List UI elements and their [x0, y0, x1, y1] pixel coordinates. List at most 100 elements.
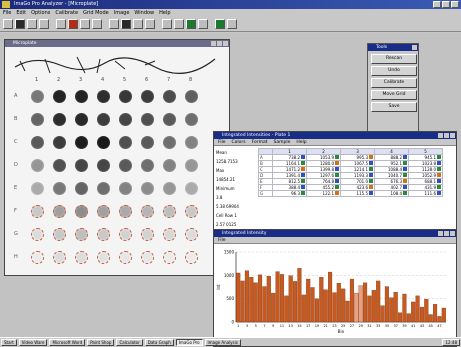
plate-well[interactable]	[185, 251, 198, 264]
chart-bar[interactable]	[367, 295, 372, 323]
chart-bar[interactable]	[411, 301, 416, 323]
plate-well[interactable]	[119, 228, 132, 241]
plate-well[interactable]	[75, 228, 88, 241]
plate-well[interactable]	[53, 90, 66, 103]
plate-well[interactable]	[53, 251, 66, 264]
plate-well[interactable]	[119, 90, 132, 103]
chart-bar[interactable]	[363, 282, 368, 323]
chart-maximize-button[interactable]	[444, 231, 449, 236]
save-tool-button[interactable]	[27, 19, 37, 29]
plate-well[interactable]	[75, 113, 88, 126]
panel-save-button[interactable]: Save	[371, 102, 417, 112]
table-row[interactable]: G 96.3 122.1 115.5 108.4 111.6	[258, 190, 443, 197]
histogram-tool-button[interactable]	[133, 19, 143, 29]
taskbar-item-data-graph[interactable]: Data Graph	[144, 339, 174, 346]
plate-well[interactable]	[97, 182, 110, 195]
plate-well[interactable]	[97, 228, 110, 241]
plate-well[interactable]	[75, 251, 88, 264]
plate-well[interactable]	[31, 182, 44, 195]
minimize-button[interactable]	[433, 1, 441, 8]
plot-tool-button[interactable]	[145, 19, 155, 29]
menu-help[interactable]: Help	[159, 9, 170, 17]
plate-well[interactable]	[75, 205, 88, 218]
zoom-tool-button[interactable]	[80, 19, 90, 29]
chart-bar[interactable]	[306, 278, 311, 323]
chart-bar[interactable]	[398, 312, 403, 323]
chart-bar[interactable]	[336, 283, 341, 323]
plate-well[interactable]	[185, 113, 198, 126]
plate-well[interactable]	[185, 90, 198, 103]
plate-well[interactable]	[31, 251, 44, 264]
help-tool-button[interactable]	[227, 19, 237, 29]
data-maximize-button[interactable]	[444, 133, 449, 138]
layout-tool-button[interactable]	[186, 19, 196, 29]
plate-maximize-button[interactable]	[217, 41, 222, 46]
plate-well[interactable]	[141, 251, 154, 264]
table-cell[interactable]: 115.5	[340, 190, 375, 197]
plate-well[interactable]	[53, 136, 66, 149]
plate-close-button[interactable]	[223, 41, 228, 46]
plate-well[interactable]	[53, 228, 66, 241]
data-menu-colors[interactable]: Colors	[232, 139, 246, 145]
plate-well[interactable]	[141, 90, 154, 103]
plate-well[interactable]	[53, 113, 66, 126]
chart-bar[interactable]	[384, 286, 389, 323]
chart-bar[interactable]	[415, 295, 420, 323]
plate-well[interactable]	[141, 113, 154, 126]
chart-close-button[interactable]	[450, 231, 455, 236]
chart-bar[interactable]	[266, 276, 271, 323]
plate-minimize-button[interactable]	[211, 41, 216, 46]
chart-bar[interactable]	[240, 280, 245, 323]
menu-calibrate[interactable]: Calibrate	[55, 9, 78, 17]
data-menu-sample[interactable]: Sample	[273, 139, 290, 145]
plate-well[interactable]	[31, 228, 44, 241]
plate-well[interactable]	[185, 205, 198, 218]
plate-well[interactable]	[97, 113, 110, 126]
plate-well[interactable]	[75, 159, 88, 172]
chart-bar[interactable]	[349, 278, 354, 323]
chart-bar[interactable]	[393, 291, 398, 323]
print-tool-button[interactable]	[174, 19, 184, 29]
plate-well[interactable]	[97, 90, 110, 103]
chart-bar[interactable]	[358, 285, 363, 323]
plate-well[interactable]	[163, 90, 176, 103]
crop-tool-button[interactable]	[39, 19, 49, 29]
chart-bar[interactable]	[319, 277, 324, 323]
menu-edit[interactable]: Edit	[16, 9, 26, 17]
plate-well[interactable]	[185, 182, 198, 195]
close-button[interactable]	[451, 1, 459, 8]
taskbar-item-calculator[interactable]: Calculator	[116, 339, 143, 346]
chart-bar[interactable]	[293, 281, 298, 323]
plate-well[interactable]	[53, 182, 66, 195]
table-cell[interactable]: 96.3	[272, 190, 307, 197]
table-cell[interactable]: 122.1	[306, 190, 341, 197]
measure-tool-button[interactable]	[109, 19, 119, 29]
plate-well[interactable]	[141, 228, 154, 241]
chart-bar[interactable]	[428, 314, 433, 323]
chart-bar[interactable]	[271, 292, 276, 323]
table-cell[interactable]: 108.4	[374, 190, 409, 197]
panel-move-grid-button[interactable]: Move Grid	[371, 90, 417, 100]
menu-file[interactable]: File	[3, 9, 11, 17]
plate-well[interactable]	[119, 182, 132, 195]
chart-bar[interactable]	[389, 297, 394, 323]
plate-well[interactable]	[119, 205, 132, 218]
menu-options[interactable]: Options	[31, 9, 50, 17]
data-minimize-button[interactable]	[438, 133, 443, 138]
chart-bar[interactable]	[402, 293, 407, 323]
panel-calibrate-button[interactable]: Calibrate	[371, 78, 417, 88]
table-cell[interactable]: 111.6	[408, 190, 443, 197]
data-close-button[interactable]	[450, 133, 455, 138]
tool-panel-close-button[interactable]	[412, 45, 417, 50]
plate-well[interactable]	[119, 136, 132, 149]
chart-bar[interactable]	[371, 290, 376, 323]
plate-image[interactable]: 1 2 3 4 5 6 7 8 A B C D E F G H	[5, 47, 229, 275]
chart-bar[interactable]	[376, 280, 381, 323]
chart-bar[interactable]	[279, 274, 284, 323]
chart-bar[interactable]	[249, 277, 254, 323]
plate-well[interactable]	[141, 182, 154, 195]
data-window-titlebar[interactable]: Integrated Intensities - Plate 1	[214, 132, 456, 139]
plate-well[interactable]	[97, 159, 110, 172]
menu-image[interactable]: Image	[114, 9, 130, 17]
plate-well[interactable]	[185, 136, 198, 149]
